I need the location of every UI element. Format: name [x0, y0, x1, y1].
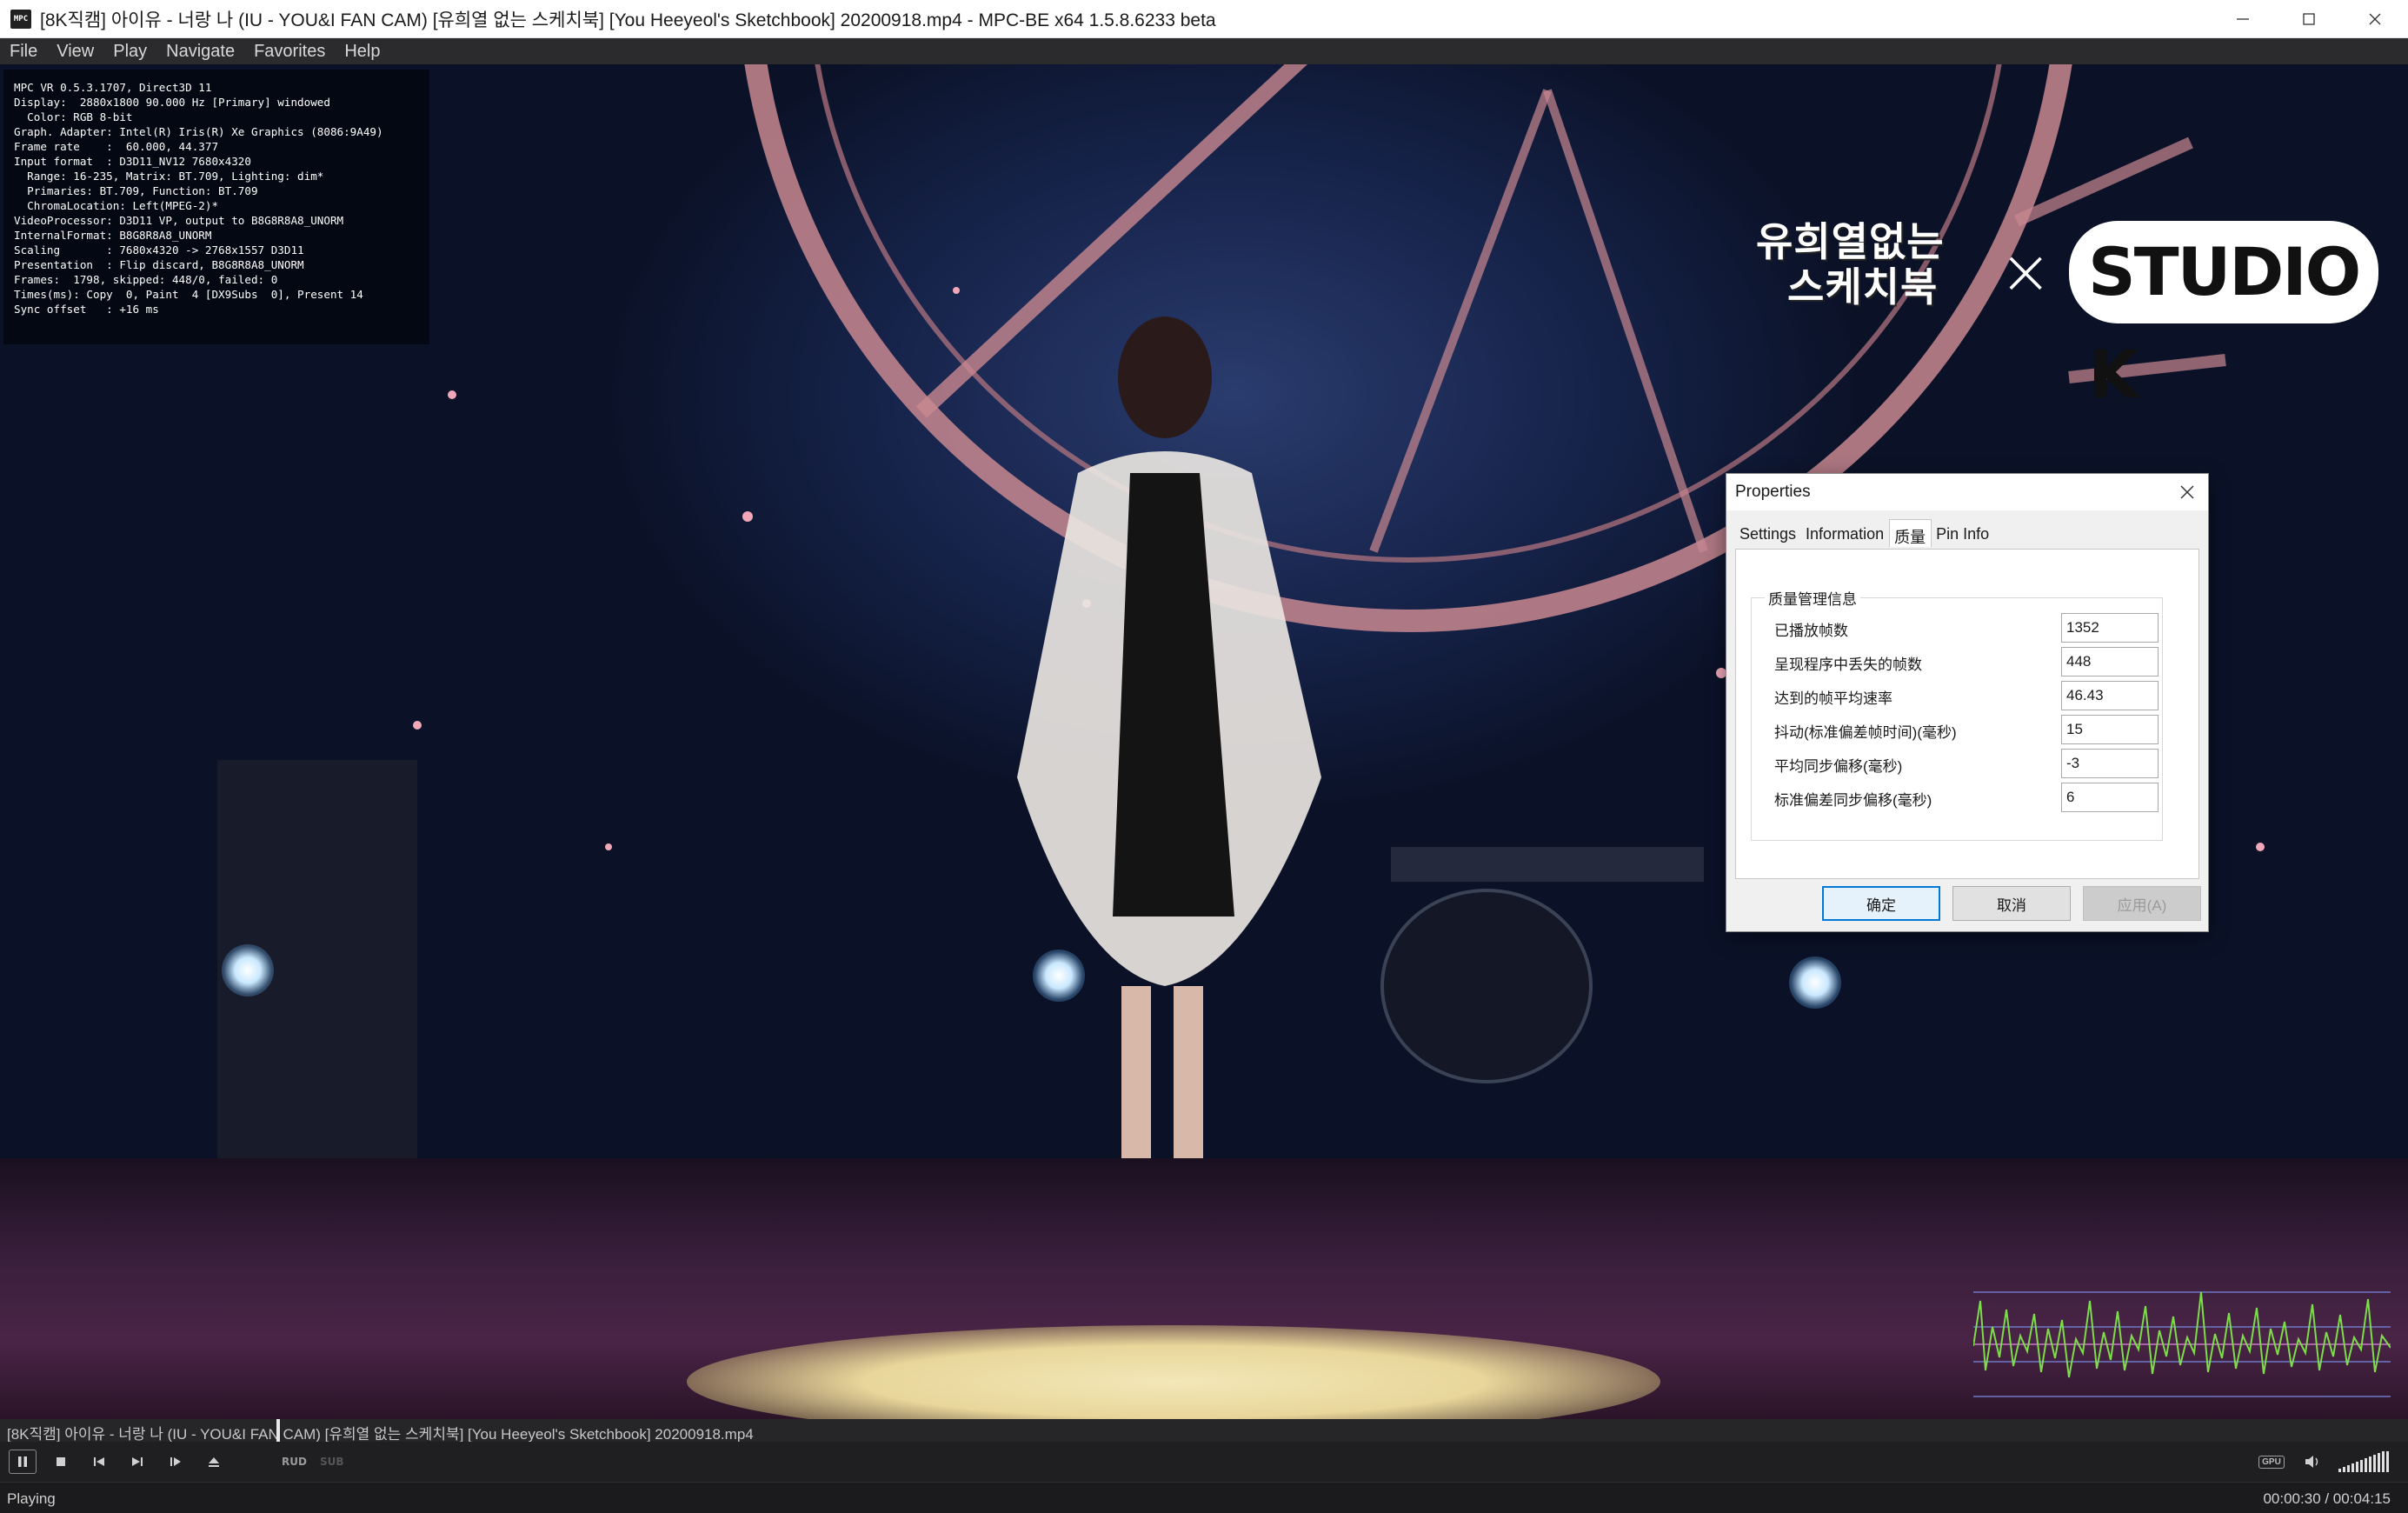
avg-frame-rate-label: 达到的帧平均速率: [1774, 690, 1892, 707]
menu-favorites[interactable]: Favorites: [244, 38, 335, 64]
frames-dropped-label: 呈现程序中丢失的帧数: [1774, 657, 1922, 673]
maximize-button[interactable]: [2276, 0, 2342, 38]
renderer-stats-overlay: MPC VR 0.5.3.1707, Direct3D 11 Display: …: [3, 70, 429, 344]
app-icon: MPC: [10, 9, 31, 29]
subtitle-toggle[interactable]: SUB: [320, 1456, 344, 1468]
avg-sync-offset-value: -3: [2061, 749, 2159, 778]
next-button[interactable]: [125, 1450, 150, 1474]
show-logo: 유희열없는 스케치북: [1756, 219, 1945, 310]
file-path-text: [8K직캠] 아이유 - 너랑 나 (IU - YOU&I FAN CAM) […: [7, 1426, 754, 1443]
osd-line: Scaling : 7680x4320 -> 2768x1557 D3D11: [14, 243, 304, 257]
gpu-label: GPU: [2258, 1455, 2285, 1469]
jitter-graph: [1973, 1291, 2391, 1397]
seek-bar[interactable]: [8K직캠] 아이유 - 너랑 나 (IU - YOU&I FAN CAM) […: [0, 1419, 2408, 1443]
osd-line: Range: 16-235, Matrix: BT.709, Lighting:…: [14, 170, 324, 183]
gpu-indicator[interactable]: GPU: [2257, 1450, 2286, 1474]
tab-settings[interactable]: Settings: [1735, 521, 1801, 547]
frame-step-icon: [170, 1457, 181, 1466]
broadcast-logo: 유희열없는 스케치북 × STUDIO K: [1747, 212, 2379, 413]
menu-view[interactable]: View: [47, 38, 103, 64]
speaker-icon: [2305, 1456, 2318, 1468]
apply-button[interactable]: 应用(A): [2083, 886, 2201, 921]
volume-slider[interactable]: [2338, 1450, 2396, 1474]
dialog-titlebar: Properties: [1726, 474, 2208, 510]
show-logo-line1: 유희열없는: [1756, 218, 1945, 265]
osd-line: MPC VR 0.5.3.1707, Direct3D 11: [14, 81, 212, 94]
osd-line: InternalFormat: B8G8R8A8_UNORM: [14, 229, 212, 242]
pause-button[interactable]: [9, 1450, 37, 1474]
tab-pin-info[interactable]: Pin Info: [1932, 521, 1994, 547]
window-titlebar: MPC [8K직캠] 아이유 - 너랑 나 (IU - YOU&I FAN CA…: [0, 0, 2408, 38]
window-title: [8K직캠] 아이유 - 너랑 나 (IU - YOU&I FAN CAM) […: [40, 10, 1216, 30]
properties-dialog: Properties Settings Information 质量 Pin I…: [1726, 473, 2209, 932]
minimize-icon: [2237, 18, 2249, 20]
osd-line: VideoProcessor: D3D11 VP, output to B8G8…: [14, 214, 344, 227]
previous-button[interactable]: [87, 1450, 111, 1474]
osd-line: Input format : D3D11_NV12 7680x4320: [14, 155, 251, 168]
frames-dropped-value: 448: [2061, 647, 2159, 677]
tab-information[interactable]: Information: [1801, 521, 1889, 547]
osd-line: ChromaLocation: Left(MPEG-2)*: [14, 199, 219, 212]
osd-line: Sync offset : +16 ms: [14, 303, 159, 316]
avg-frame-rate-value: 46.43: [2061, 681, 2159, 710]
audio-track-toggle[interactable]: RUD: [282, 1456, 307, 1468]
maximize-icon: [2303, 13, 2315, 25]
frames-played-value: 1352: [2061, 613, 2159, 643]
stddev-sync-offset-label: 标准偏差同步偏移(毫秒): [1774, 792, 1932, 809]
playback-state: Playing: [7, 1490, 56, 1507]
tab-quality[interactable]: 质量: [1889, 519, 1932, 547]
menu-bar: File View Play Navigate Favorites Help: [0, 38, 2408, 64]
jitter-label: 抖动(标准偏差帧时间)(毫秒): [1774, 724, 1957, 741]
group-title: 质量管理信息: [1765, 587, 1860, 609]
seek-handle[interactable]: [276, 1419, 280, 1442]
osd-line: Frame rate : 60.000, 44.377: [14, 140, 219, 153]
avg-sync-offset-label: 平均同步偏移(毫秒): [1774, 758, 1903, 775]
osd-line: Presentation : Flip discard, B8G8R8A8_UN…: [14, 258, 304, 271]
dialog-title: Properties: [1735, 483, 1811, 501]
volume-bars-icon: [2338, 1451, 2389, 1472]
menu-navigate[interactable]: Navigate: [156, 38, 244, 64]
stage-light-left: [222, 944, 274, 996]
ok-button[interactable]: 确定: [1822, 886, 1940, 921]
eject-icon: [209, 1457, 219, 1467]
stop-button[interactable]: [49, 1450, 73, 1474]
osd-line: Times(ms): Copy 0, Paint 4 [DX9Subs 0], …: [14, 288, 363, 301]
menu-help[interactable]: Help: [335, 38, 389, 64]
stage-light-right: [1789, 956, 1841, 1009]
stop-icon: [57, 1457, 65, 1466]
stage-light-center: [1033, 950, 1085, 1002]
pause-icon: [18, 1456, 27, 1467]
osd-line: Display: 2880x1800 90.000 Hz [Primary] w…: [14, 96, 330, 109]
frame-step-button[interactable]: [163, 1450, 188, 1474]
frames-played-label: 已播放帧数: [1774, 623, 1848, 639]
cancel-button[interactable]: 取消: [1952, 886, 2071, 921]
osd-line: Graph. Adapter: Intel(R) Iris(R) Xe Grap…: [14, 125, 383, 138]
show-logo-line2: 스케치북: [1787, 263, 1939, 310]
minimize-button[interactable]: [2210, 0, 2276, 38]
studio-logo: STUDIO K: [2069, 221, 2379, 413]
osd-line: Frames: 1798, skipped: 448/0, failed: 0: [14, 273, 278, 286]
status-bar: Playing 00:00:30 / 00:04:15: [0, 1482, 2408, 1513]
close-button[interactable]: [2342, 0, 2408, 38]
dialog-close-icon[interactable]: [2179, 483, 2196, 501]
dialog-tabs: Settings Information 质量 Pin Info: [1735, 519, 1994, 549]
playback-toolbar: RUD SUB GPU: [0, 1442, 2408, 1482]
logo-cross: ×: [1999, 235, 2052, 308]
menu-file[interactable]: File: [0, 38, 47, 64]
osd-line: Color: RGB 8-bit: [14, 110, 133, 123]
jitter-value: 15: [2061, 715, 2159, 744]
mute-button[interactable]: [2300, 1450, 2325, 1474]
skip-forward-icon: [132, 1457, 143, 1466]
osd-line: Primaries: BT.709, Function: BT.709: [14, 184, 258, 197]
eject-button[interactable]: [202, 1450, 226, 1474]
window-controls: [2210, 0, 2408, 38]
close-icon: [2369, 13, 2381, 25]
stddev-sync-offset-value: 6: [2061, 783, 2159, 812]
playback-time: 00:00:30 / 00:04:15: [2263, 1490, 2391, 1507]
menu-play[interactable]: Play: [103, 38, 156, 64]
skip-back-icon: [94, 1457, 104, 1466]
